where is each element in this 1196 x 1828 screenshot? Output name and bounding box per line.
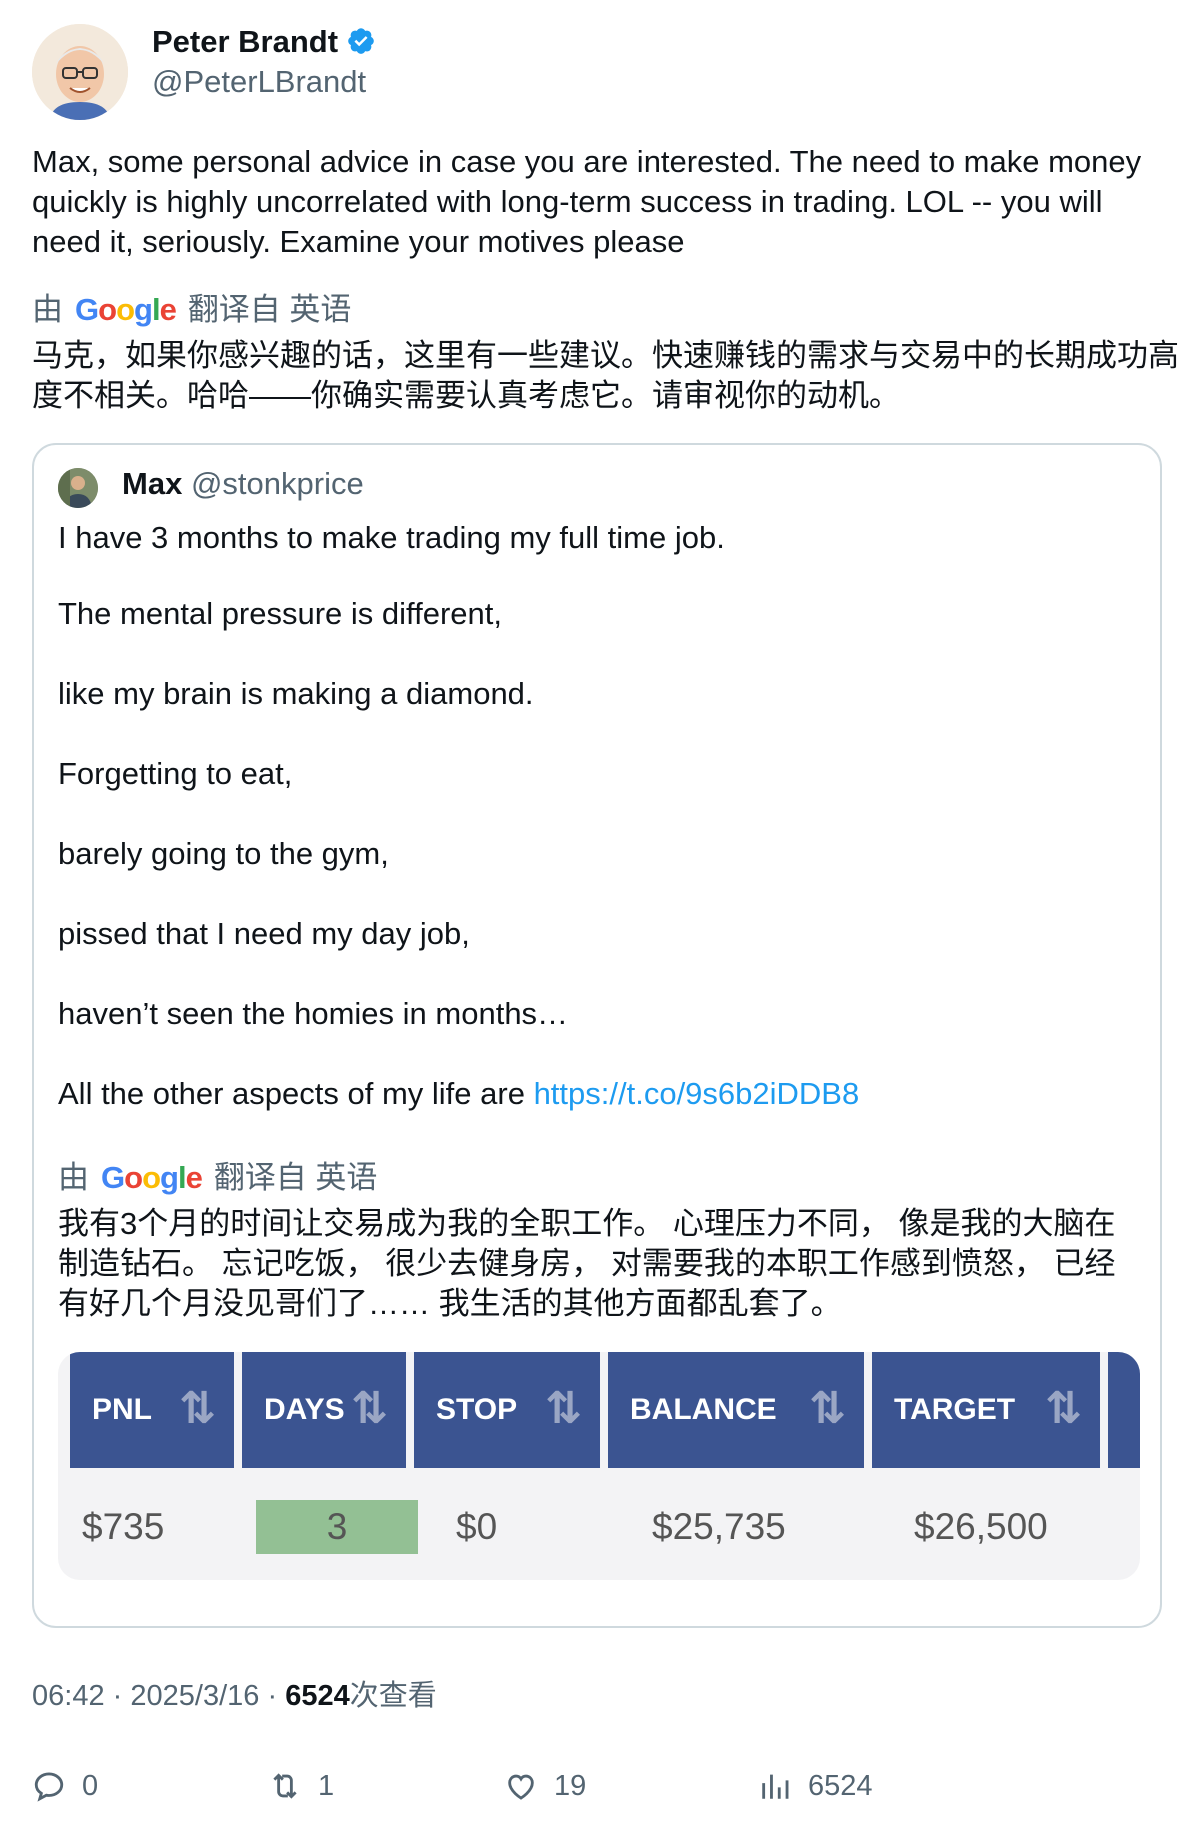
meta-separator: · xyxy=(267,1680,278,1712)
quoted-author: Max @stonkprice xyxy=(122,464,364,504)
retweet-button[interactable]: 1 xyxy=(268,1764,334,1808)
author-name[interactable]: Peter Brandt xyxy=(152,22,376,62)
views-action-count: 6524 xyxy=(808,1769,873,1802)
translated-suffix: 翻译自 英语 xyxy=(187,292,352,327)
views-label: 次查看 xyxy=(349,1680,437,1712)
table-header-pnl: PNL ⇅ xyxy=(70,1352,234,1468)
table-header-balance: BALANCE ⇅ xyxy=(608,1352,864,1468)
translated-prefix: 由 xyxy=(58,1160,89,1195)
quoted-line-text: All the other aspects of my life are xyxy=(58,1076,525,1111)
tweet-text: Max, some personal advice in case you ar… xyxy=(32,144,1142,259)
heart-icon xyxy=(508,1774,534,1800)
quoted-translation-attribution[interactable]: 由 Google 翻译自 英语 xyxy=(58,1158,377,1198)
table-header-overflow xyxy=(1108,1352,1140,1468)
tweet-meta: 06:42 · 2025/3/16 · 6524次查看 xyxy=(32,1676,437,1716)
tweet-translation: 马克，如果你感兴趣的话，这里有一些建议。快速赚钱的需求与交易中的长期成功高度不相… xyxy=(32,338,1179,413)
header-label: DAYS xyxy=(264,1393,345,1426)
author-name-text[interactable]: Peter Brandt xyxy=(152,24,338,59)
retweet-icon xyxy=(273,1773,297,1799)
table-cell-stop: $0 xyxy=(456,1506,498,1547)
verified-badge-icon xyxy=(348,28,374,54)
sort-arrows-icon: ⇅ xyxy=(1045,1384,1082,1433)
header-label: PNL xyxy=(92,1393,152,1426)
quoted-translation: 我有3个月的时间让交易成为我的全职工作。 心理压力不同， 像是我的大脑在制造钻石… xyxy=(58,1206,1116,1321)
header-label: BALANCE xyxy=(630,1393,777,1426)
quoted-line: haven’t seen the homies in months… xyxy=(58,996,569,1031)
table-cell-balance: $25,735 xyxy=(652,1506,786,1547)
retweet-count: 1 xyxy=(318,1769,335,1802)
like-count: 19 xyxy=(554,1769,587,1802)
table-cell-days: 3 xyxy=(256,1500,418,1554)
like-button[interactable]: 19 xyxy=(504,1764,586,1808)
author-handle[interactable]: @PeterLBrandt xyxy=(152,62,366,102)
table-cell-pnl: $735 xyxy=(82,1506,165,1547)
table-header-stop: STOP ⇅ xyxy=(414,1352,600,1468)
reply-count: 0 xyxy=(82,1769,99,1802)
reply-icon xyxy=(34,1772,64,1802)
quoted-author-handle: @stonkprice xyxy=(190,466,364,501)
quoted-line: pissed that I need my day job, xyxy=(58,916,470,951)
table-header-days: DAYS ⇅ xyxy=(242,1352,406,1468)
trading-stats-image[interactable]: PNL ⇅ DAYS ⇅ STOP ⇅ BALANCE ⇅ TARGET ⇅ $… xyxy=(58,1352,1140,1580)
author-avatar[interactable] xyxy=(32,24,128,120)
analytics-icon xyxy=(762,1774,789,1799)
quoted-line: I have 3 months to make trading my full … xyxy=(58,520,725,555)
header-label: TARGET xyxy=(894,1393,1016,1426)
meta-separator: · xyxy=(112,1680,123,1712)
views-count: 6524 xyxy=(285,1680,350,1712)
tweet-time[interactable]: 06:42 xyxy=(32,1680,105,1712)
google-logo: Google xyxy=(75,292,177,327)
translation-attribution[interactable]: 由 Google 翻译自 英语 xyxy=(32,290,351,330)
quoted-link[interactable]: https://t.co/9s6b2iDDB8 xyxy=(534,1076,860,1111)
sort-arrows-icon: ⇅ xyxy=(179,1384,216,1433)
table-header-target: TARGET ⇅ xyxy=(872,1352,1100,1468)
quoted-line: Forgetting to eat, xyxy=(58,756,293,791)
sort-arrows-icon: ⇅ xyxy=(545,1384,582,1433)
quoted-line: like my brain is making a diamond. xyxy=(58,676,534,711)
quoted-author-avatar xyxy=(58,468,98,508)
quoted-line: The mental pressure is different, xyxy=(58,596,502,631)
quoted-author-name: Max xyxy=(122,466,183,501)
sort-arrows-icon: ⇅ xyxy=(351,1384,388,1433)
quoted-line-with-link: All the other aspects of my life are htt… xyxy=(58,1074,859,1114)
tweet-date[interactable]: 2025/3/16 xyxy=(130,1680,259,1712)
table-cell-target: $26,500 xyxy=(914,1506,1048,1547)
translated-suffix: 翻译自 英语 xyxy=(213,1160,378,1195)
sort-arrows-icon: ⇅ xyxy=(809,1384,846,1433)
google-logo: Google xyxy=(101,1160,203,1195)
views-button[interactable]: 6524 xyxy=(758,1764,873,1808)
reply-button[interactable]: 0 xyxy=(32,1764,98,1808)
quoted-line: barely going to the gym, xyxy=(58,836,389,871)
header-label: STOP xyxy=(436,1393,518,1426)
translated-prefix: 由 xyxy=(32,292,63,327)
